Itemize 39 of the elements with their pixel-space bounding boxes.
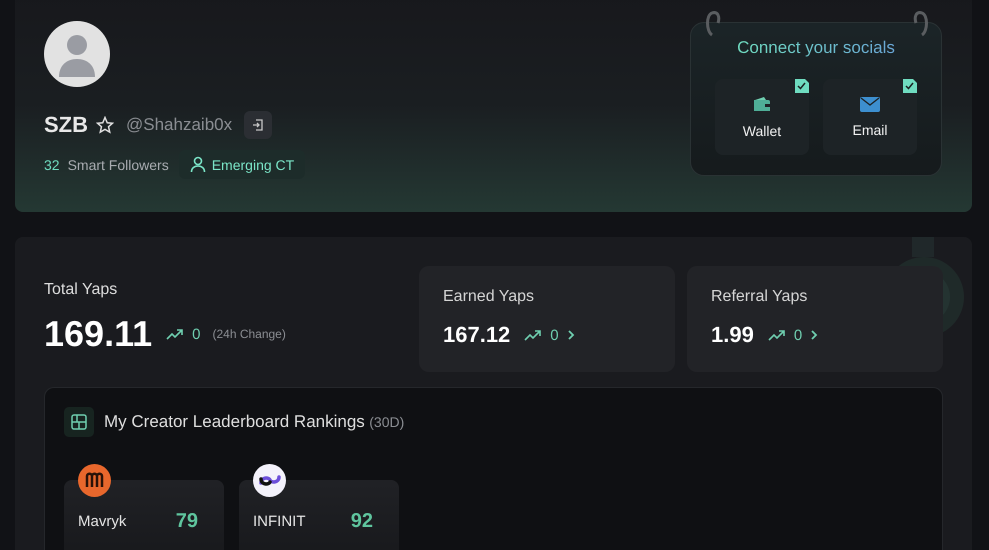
profile-name: SZB	[44, 112, 88, 138]
chevron-right-icon[interactable]	[810, 329, 818, 341]
tier-label: Emerging CT	[212, 156, 294, 172]
stat-label: Referral Yaps	[711, 288, 808, 306]
chevron-right-icon[interactable]	[566, 329, 575, 341]
rank-value: 79	[176, 510, 198, 533]
change-value: 0	[794, 326, 802, 344]
total-yaps-value: 169.11	[44, 313, 152, 355]
trend-up-icon	[768, 329, 786, 341]
mavryk-logo	[78, 464, 111, 497]
rank-value: 92	[350, 510, 373, 533]
logout-icon	[252, 119, 264, 131]
change-value: 0	[192, 326, 200, 342]
project-name: INFINIT	[253, 513, 306, 530]
wallet-icon	[752, 96, 772, 112]
star-icon	[96, 116, 114, 134]
social-connect-button[interactable]: Wallet	[715, 79, 809, 155]
stat-label: Earned Yaps	[443, 288, 536, 306]
stat-value: 1.99	[711, 322, 754, 348]
smart-followers-count: 32	[44, 156, 60, 172]
trend-up-icon	[524, 329, 542, 341]
infinit-logo	[253, 464, 286, 497]
logout-button[interactable]	[244, 111, 272, 139]
social-connect-button[interactable]: Email	[823, 79, 917, 155]
smart-followers-label: Smart Followers	[68, 156, 169, 172]
change-note: (24h Change)	[212, 327, 286, 341]
user-icon	[190, 156, 206, 173]
project-name: Mavryk	[78, 513, 126, 530]
ranking-card[interactable]: Mavryk 79	[64, 480, 224, 550]
total-yaps-label: Total Yaps	[44, 281, 118, 299]
socials-title: Connect your socials	[737, 38, 895, 58]
change-value: 0	[550, 326, 559, 344]
profile-handle: @Shahzaib0x	[126, 115, 232, 135]
ranking-card[interactable]: INFINIT 92	[239, 480, 399, 550]
layout-icon	[64, 407, 94, 437]
trend-up-icon	[166, 328, 184, 340]
leaderboard-title: My Creator Leaderboard Rankings (30D)	[104, 412, 404, 432]
stat-value: 167.12	[443, 322, 510, 348]
envelope-icon	[860, 96, 880, 112]
